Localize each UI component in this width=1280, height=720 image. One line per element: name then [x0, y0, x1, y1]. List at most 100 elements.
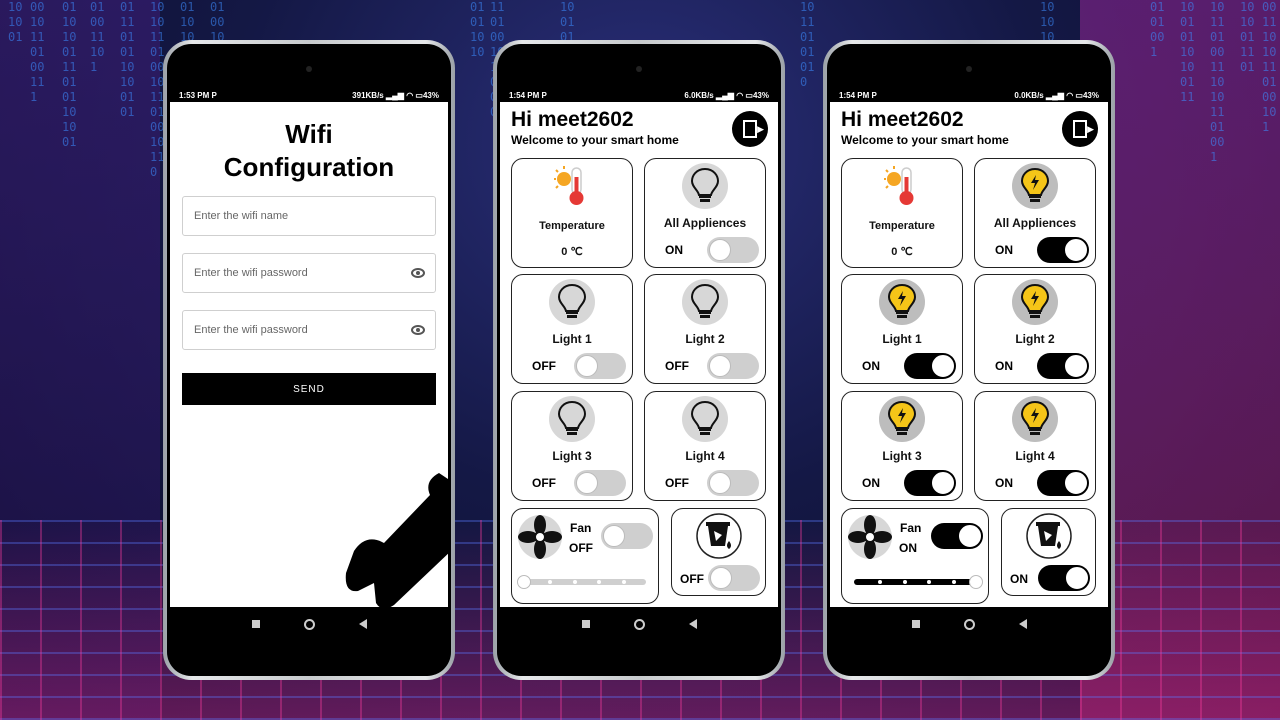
battery-level: 43%	[422, 90, 439, 100]
wifi-password-confirm-placeholder: Enter the wifi password	[194, 324, 308, 336]
all-appliances-state: ON	[995, 243, 1013, 257]
fan-toggle[interactable]	[931, 523, 983, 549]
light-4-label: Light 4	[685, 449, 725, 463]
light-3-state: ON	[862, 476, 880, 490]
binary-code-column: 01011010	[470, 0, 485, 59]
temperature-card: Temperature 0 ℃	[841, 158, 963, 268]
logout-icon[interactable]	[1062, 111, 1098, 147]
light-3-card: Light 3 ON	[841, 391, 963, 501]
fan-speed-slider[interactable]	[854, 575, 983, 589]
light-4-state: ON	[995, 476, 1013, 490]
binary-code-column: 101001	[8, 0, 23, 44]
p-icon: P	[541, 90, 547, 100]
recents-icon[interactable]	[911, 620, 920, 628]
wifi-icon: ◠	[406, 90, 414, 100]
light-2-toggle[interactable]	[1037, 353, 1089, 379]
phone-dashboard-off: 1:54 PM P 6.0KB/s ▂▄▆ ◠ ▭43% Hi meet2602…	[493, 40, 785, 680]
bulb-icon	[682, 279, 728, 325]
light-4-toggle[interactable]	[707, 470, 759, 496]
status-bar: 1:54 PM P 0.0KB/s ▂▄▆ ◠ ▭43%	[833, 88, 1105, 102]
pump-card: OFF	[671, 508, 766, 596]
greeting-subtitle: Welcome to your smart home	[511, 133, 679, 147]
fan-label: Fan	[900, 521, 922, 535]
fan-icon	[518, 515, 562, 559]
network-speed: 0.0KB/s	[1014, 90, 1044, 100]
logout-icon[interactable]	[732, 111, 768, 147]
fan-toggle[interactable]	[601, 523, 653, 549]
nav-bar	[497, 612, 781, 636]
light-1-state: ON	[862, 359, 880, 373]
battery-level: 43%	[1082, 90, 1099, 100]
pump-toggle[interactable]	[708, 565, 760, 591]
app-screen: Hi meet2602 Welcome to your smart home T…	[830, 102, 1108, 607]
nav-bar	[167, 612, 451, 636]
p-icon: P	[871, 90, 877, 100]
battery-level: 43%	[752, 90, 769, 100]
app-screen: Hi meet2602 Welcome to your smart home T…	[500, 102, 778, 607]
wifi-password-placeholder: Enter the wifi password	[194, 267, 308, 279]
recents-icon[interactable]	[581, 620, 590, 628]
home-icon[interactable]	[963, 618, 975, 630]
status-bar: 1:54 PM P 6.0KB/s ▂▄▆ ◠ ▭43%	[503, 88, 775, 102]
eye-icon[interactable]	[411, 268, 425, 278]
temperature-value: 0 ℃	[891, 246, 913, 258]
light-1-toggle[interactable]	[574, 353, 626, 379]
fan-card: Fan ON	[841, 508, 989, 604]
recents-icon[interactable]	[251, 620, 260, 628]
light-1-label: Light 1	[882, 332, 922, 346]
fan-state: OFF	[569, 541, 593, 555]
decorative-ink-splash	[345, 473, 448, 607]
wifi-password-confirm-field[interactable]: Enter the wifi password	[182, 310, 436, 350]
binary-code-column: 10110101010	[800, 0, 815, 89]
send-button[interactable]: SEND	[182, 373, 436, 405]
status-bar: 1:53 PM P 391KB/s ▂▄▆ ◠ ▭43%	[173, 88, 445, 102]
light-2-state: ON	[995, 359, 1013, 373]
light-3-state: OFF	[532, 476, 556, 490]
thermometer-sun-icon	[554, 166, 584, 205]
binary-code-column: 01101001110101101001	[62, 0, 77, 149]
battery-icon: ▭	[415, 90, 423, 100]
greeting-title: Hi meet2602	[841, 108, 964, 131]
binary-code-column: 00111010110100101	[1262, 0, 1277, 134]
wifi-name-field[interactable]: Enter the wifi name	[182, 196, 436, 236]
binary-code-column: 1010011101	[1240, 0, 1255, 74]
signal-icon: ▂▄▆	[385, 90, 404, 100]
light-1-toggle[interactable]	[904, 353, 956, 379]
binary-code-column: 0111010110100101	[120, 0, 135, 119]
bulb-icon	[549, 396, 595, 442]
home-icon[interactable]	[303, 618, 315, 630]
light-2-toggle[interactable]	[707, 353, 759, 379]
all-appliances-toggle[interactable]	[707, 237, 759, 263]
back-icon[interactable]	[358, 619, 367, 629]
back-icon[interactable]	[688, 619, 697, 629]
pump-toggle[interactable]	[1038, 565, 1090, 591]
status-time: 1:53 PM	[179, 90, 210, 100]
eye-icon[interactable]	[411, 325, 425, 335]
fan-speed-handle[interactable]	[969, 575, 983, 589]
wifi-password-field[interactable]: Enter the wifi password	[182, 253, 436, 293]
title-line-1: Wifi	[285, 119, 333, 149]
light-4-state: OFF	[665, 476, 689, 490]
fan-card: Fan OFF	[511, 508, 659, 604]
bulb-icon	[879, 396, 925, 442]
back-icon[interactable]	[1018, 619, 1027, 629]
light-1-card: Light 1 OFF	[511, 274, 633, 384]
fan-speed-slider[interactable]	[517, 575, 646, 589]
home-icon[interactable]	[633, 618, 645, 630]
fan-speed-handle[interactable]	[517, 575, 531, 589]
all-appliances-toggle[interactable]	[1037, 237, 1089, 263]
light-3-toggle[interactable]	[904, 470, 956, 496]
thermometer-sun-icon	[884, 166, 914, 205]
pump-state: OFF	[680, 572, 704, 586]
greeting-title: Hi meet2602	[511, 108, 634, 131]
wifi-name-placeholder: Enter the wifi name	[194, 210, 289, 222]
light-2-label: Light 2	[685, 332, 725, 346]
binary-code-column: 101101001110101101001	[1210, 0, 1225, 164]
status-time: 1:54 PM	[509, 90, 540, 100]
light-4-toggle[interactable]	[1037, 470, 1089, 496]
app-screen: Wifi Configuration Enter the wifi name E…	[170, 102, 448, 607]
front-camera	[966, 66, 972, 72]
light-3-toggle[interactable]	[574, 470, 626, 496]
bulb-icon	[1012, 163, 1058, 209]
light-4-label: Light 4	[1015, 449, 1055, 463]
